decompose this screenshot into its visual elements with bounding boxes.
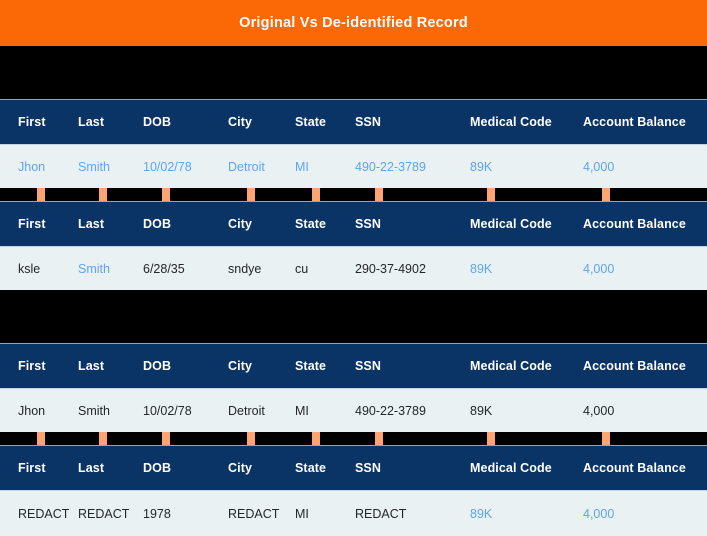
column-header-account-balance: Account Balance — [583, 359, 686, 373]
cell-dob: 6/28/35 — [143, 262, 185, 276]
column-header-last: Last — [78, 359, 105, 373]
column-header-medical-code: Medical Code — [470, 217, 552, 231]
cell-account-balance: 4,000 — [583, 404, 615, 418]
cell-medical-code: 89K — [470, 160, 493, 174]
cell-last: Smith — [78, 160, 110, 174]
cell-city: Detroit — [228, 160, 265, 174]
cell-dob: 1978 — [143, 506, 171, 521]
cell-dob: 10/02/78 — [143, 160, 192, 174]
column-header-state: State — [295, 217, 327, 231]
column-header-state: State — [295, 461, 327, 475]
spacer-band-top — [0, 46, 707, 99]
cell-city: Detroit — [228, 404, 265, 418]
cell-medical-code: 89K — [470, 262, 493, 276]
cell-state: MI — [295, 506, 309, 521]
column-header-dob: DOB — [143, 217, 172, 231]
column-header-ssn: SSN — [355, 461, 382, 475]
table-row: Jhon Smith 10/02/78 Detroit MI 490-22-37… — [0, 388, 707, 433]
cell-ssn: 490-22-3789 — [355, 404, 426, 418]
table-row: REDACT REDACT 1978 REDACT MI REDACT 89K … — [0, 490, 707, 536]
table-header-row: First Last DOB City State SSN Medical Co… — [0, 201, 707, 246]
column-header-dob: DOB — [143, 115, 172, 129]
cell-account-balance: 4,000 — [583, 160, 615, 174]
cell-last: Smith — [78, 404, 110, 418]
page-title: Original Vs De-identified Record — [239, 15, 468, 31]
spacer-band-middle — [0, 290, 707, 343]
table-deidentified-substituted: First Last DOB City State SSN Medical Co… — [0, 201, 707, 291]
column-header-medical-code: Medical Code — [470, 115, 552, 129]
cell-last: Smith — [78, 262, 110, 276]
table-row: ksle Smith 6/28/35 sndye cu 290-37-4902 … — [0, 246, 707, 291]
cell-ssn: 290-37-4902 — [355, 262, 426, 276]
column-header-ssn: SSN — [355, 359, 382, 373]
table-original-record-top: First Last DOB City State SSN Medical Co… — [0, 99, 707, 189]
cell-medical-code: 89K — [470, 506, 493, 521]
column-header-first: First — [18, 359, 46, 373]
column-header-dob: DOB — [143, 461, 172, 475]
column-header-account-balance: Account Balance — [583, 461, 686, 475]
column-header-first: First — [18, 217, 46, 231]
column-header-city: City — [228, 115, 253, 129]
column-header-first: First — [18, 461, 46, 475]
table-header-row: First Last DOB City State SSN Medical Co… — [0, 445, 707, 490]
column-header-city: City — [228, 461, 253, 475]
column-header-ssn: SSN — [355, 217, 382, 231]
cell-medical-code: 89K — [470, 404, 493, 418]
column-header-dob: DOB — [143, 359, 172, 373]
table-row: Jhon Smith 10/02/78 Detroit MI 490-22-37… — [0, 144, 707, 189]
column-header-ssn: SSN — [355, 115, 382, 129]
table-header-row: First Last DOB City State SSN Medical Co… — [0, 343, 707, 388]
column-header-account-balance: Account Balance — [583, 115, 686, 129]
cell-city: sndye — [228, 262, 262, 276]
column-header-account-balance: Account Balance — [583, 217, 686, 231]
cell-state: MI — [295, 160, 309, 174]
column-header-medical-code: Medical Code — [470, 461, 552, 475]
cell-state: MI — [295, 404, 309, 418]
cell-last: REDACT — [78, 506, 130, 521]
column-header-state: State — [295, 359, 327, 373]
cell-account-balance: 4,000 — [583, 506, 615, 521]
cell-first: ksle — [18, 262, 41, 276]
column-header-medical-code: Medical Code — [470, 359, 552, 373]
column-header-last: Last — [78, 217, 105, 231]
cell-first: Jhon — [18, 160, 46, 174]
cell-city: REDACT — [228, 506, 280, 521]
cell-dob: 10/02/78 — [143, 404, 192, 418]
cell-first: REDACT — [18, 506, 70, 521]
cell-state: cu — [295, 262, 309, 276]
column-header-city: City — [228, 359, 253, 373]
page-title-bar: Original Vs De-identified Record — [0, 0, 707, 46]
cell-first: Jhon — [18, 404, 46, 418]
column-header-last: Last — [78, 461, 105, 475]
table-header-row: First Last DOB City State SSN Medical Co… — [0, 99, 707, 144]
column-header-city: City — [228, 217, 253, 231]
column-header-last: Last — [78, 115, 105, 129]
column-header-first: First — [18, 115, 46, 129]
cell-account-balance: 4,000 — [583, 262, 615, 276]
cell-ssn: 490-22-3789 — [355, 160, 426, 174]
cell-ssn: REDACT — [355, 506, 407, 521]
table-deidentified-redacted: First Last DOB City State SSN Medical Co… — [0, 445, 707, 536]
table-original-record-bottom: First Last DOB City State SSN Medical Co… — [0, 343, 707, 433]
column-header-state: State — [295, 115, 327, 129]
deidentification-comparison-page: Original Vs De-identified Record First L… — [0, 0, 707, 536]
